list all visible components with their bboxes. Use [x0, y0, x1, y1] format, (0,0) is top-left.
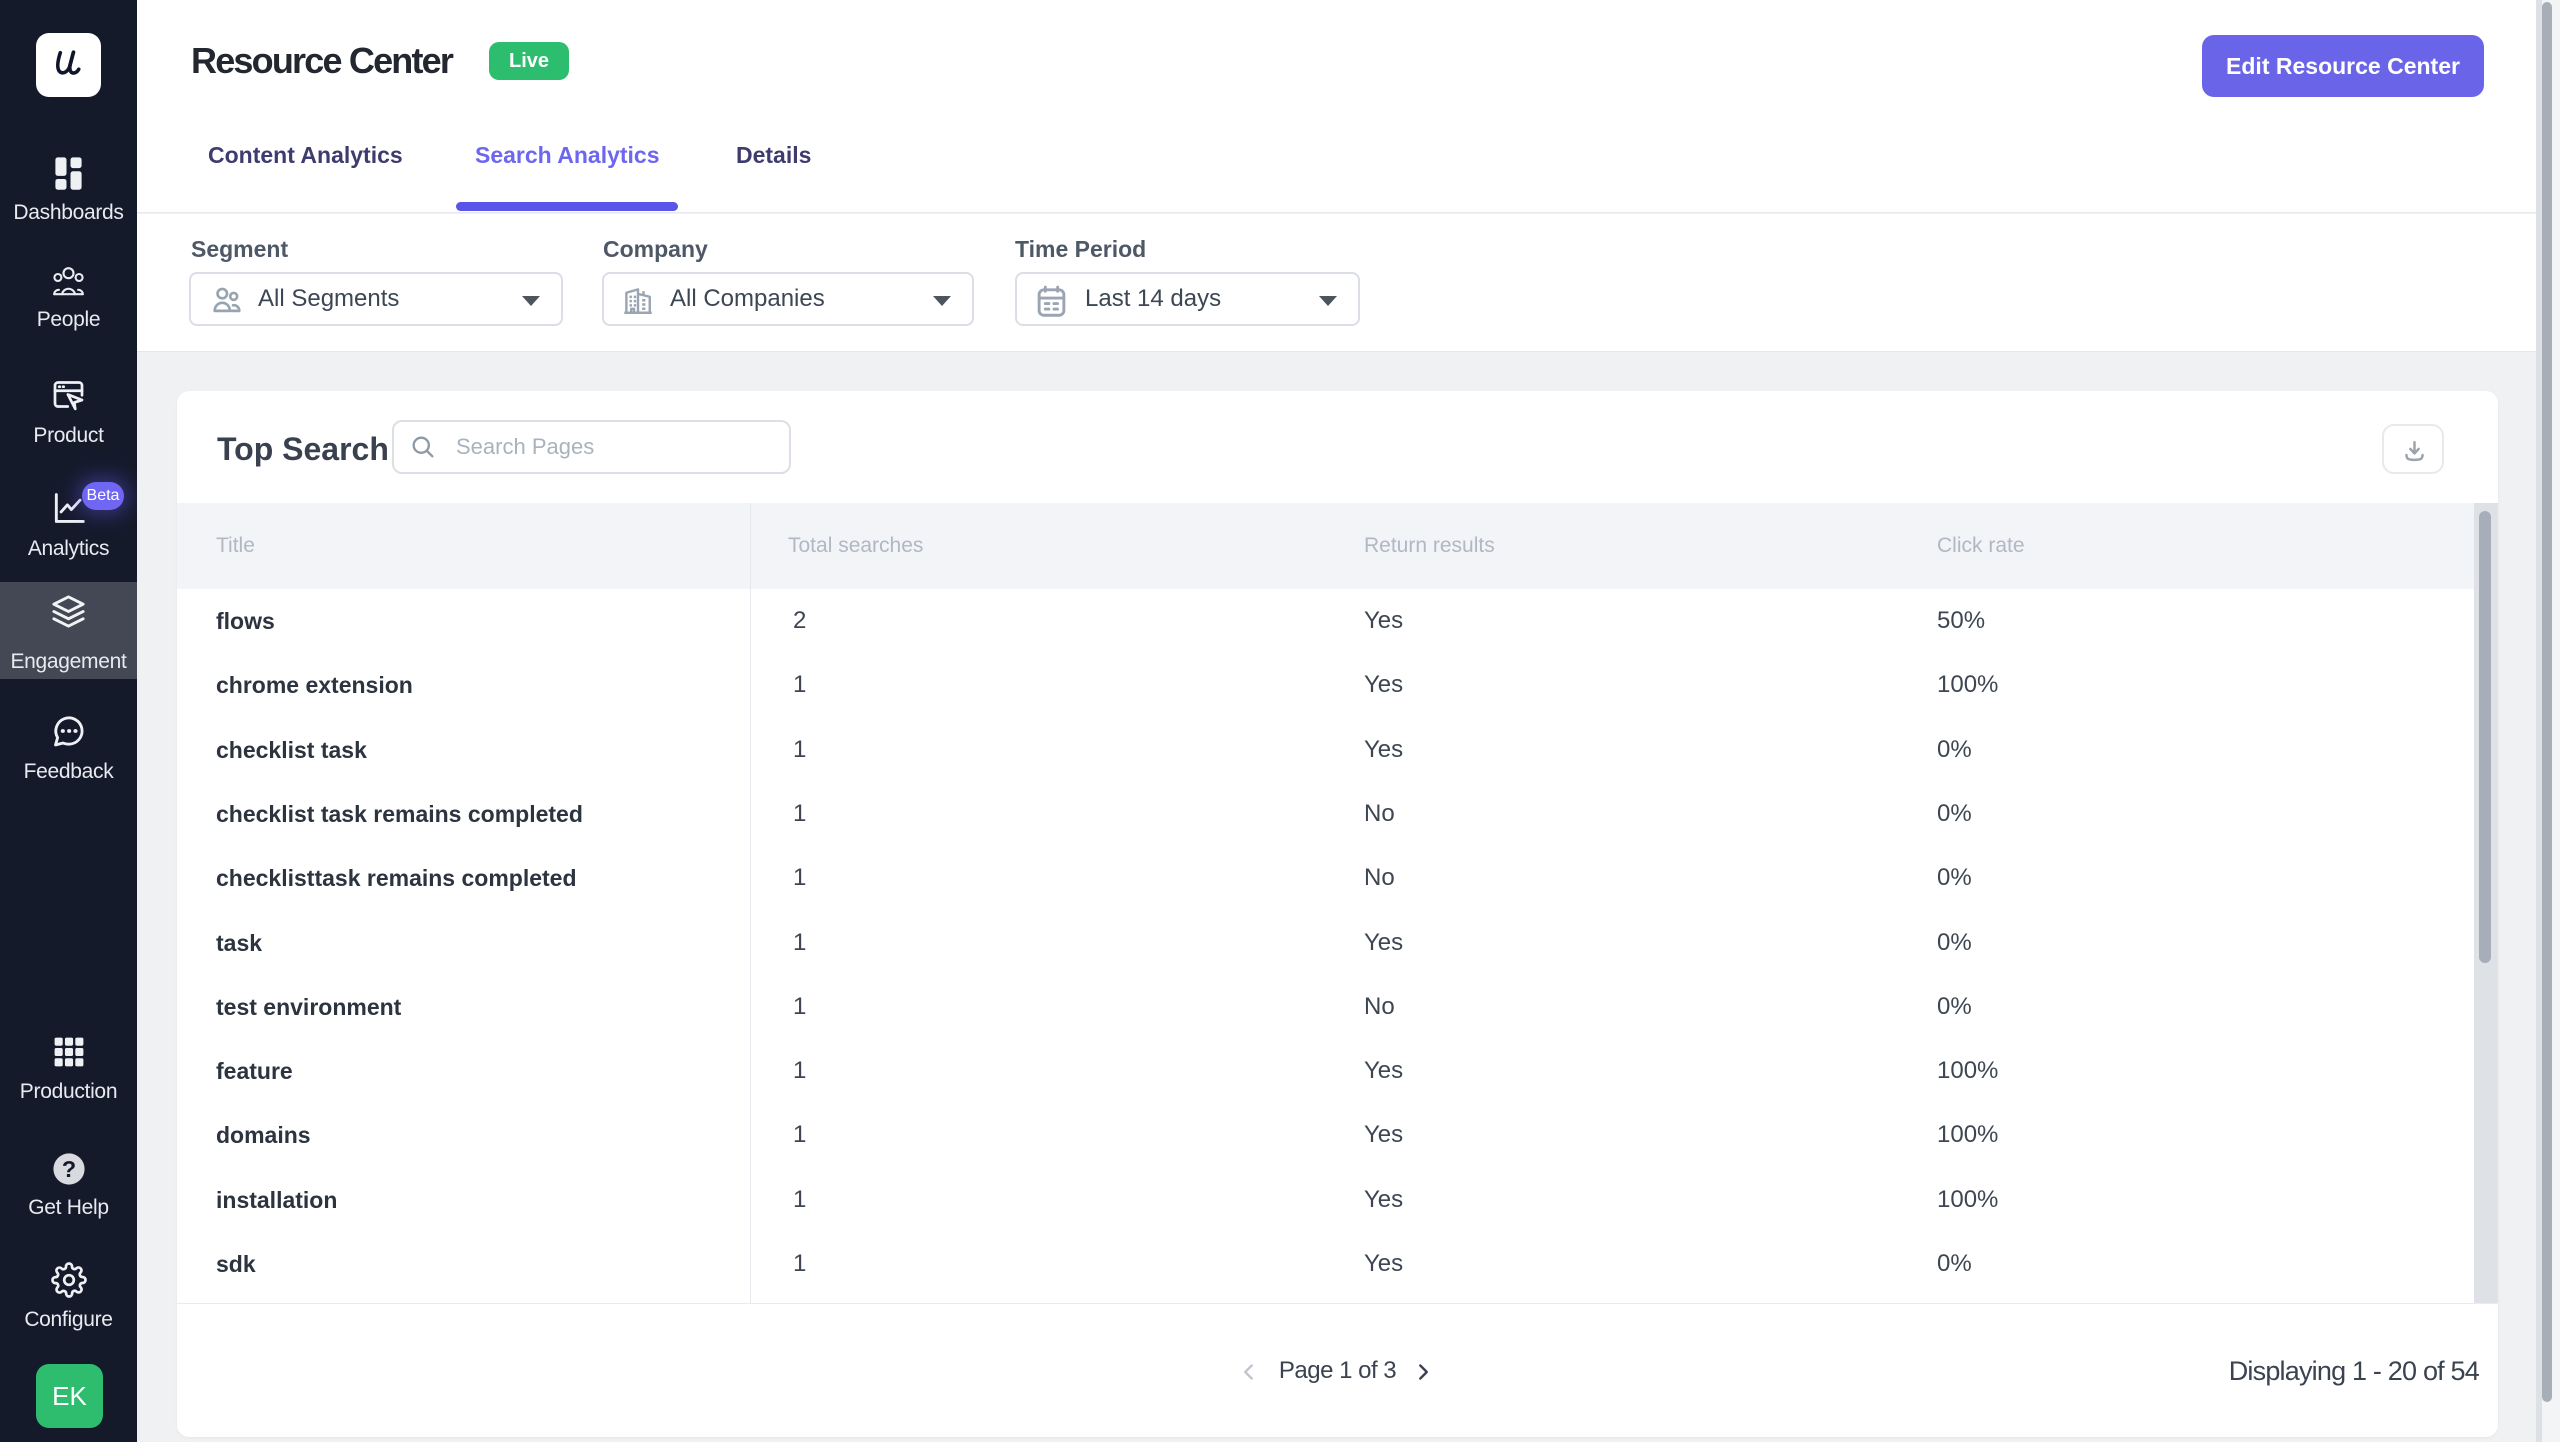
svg-text:?: ?: [61, 1156, 75, 1182]
